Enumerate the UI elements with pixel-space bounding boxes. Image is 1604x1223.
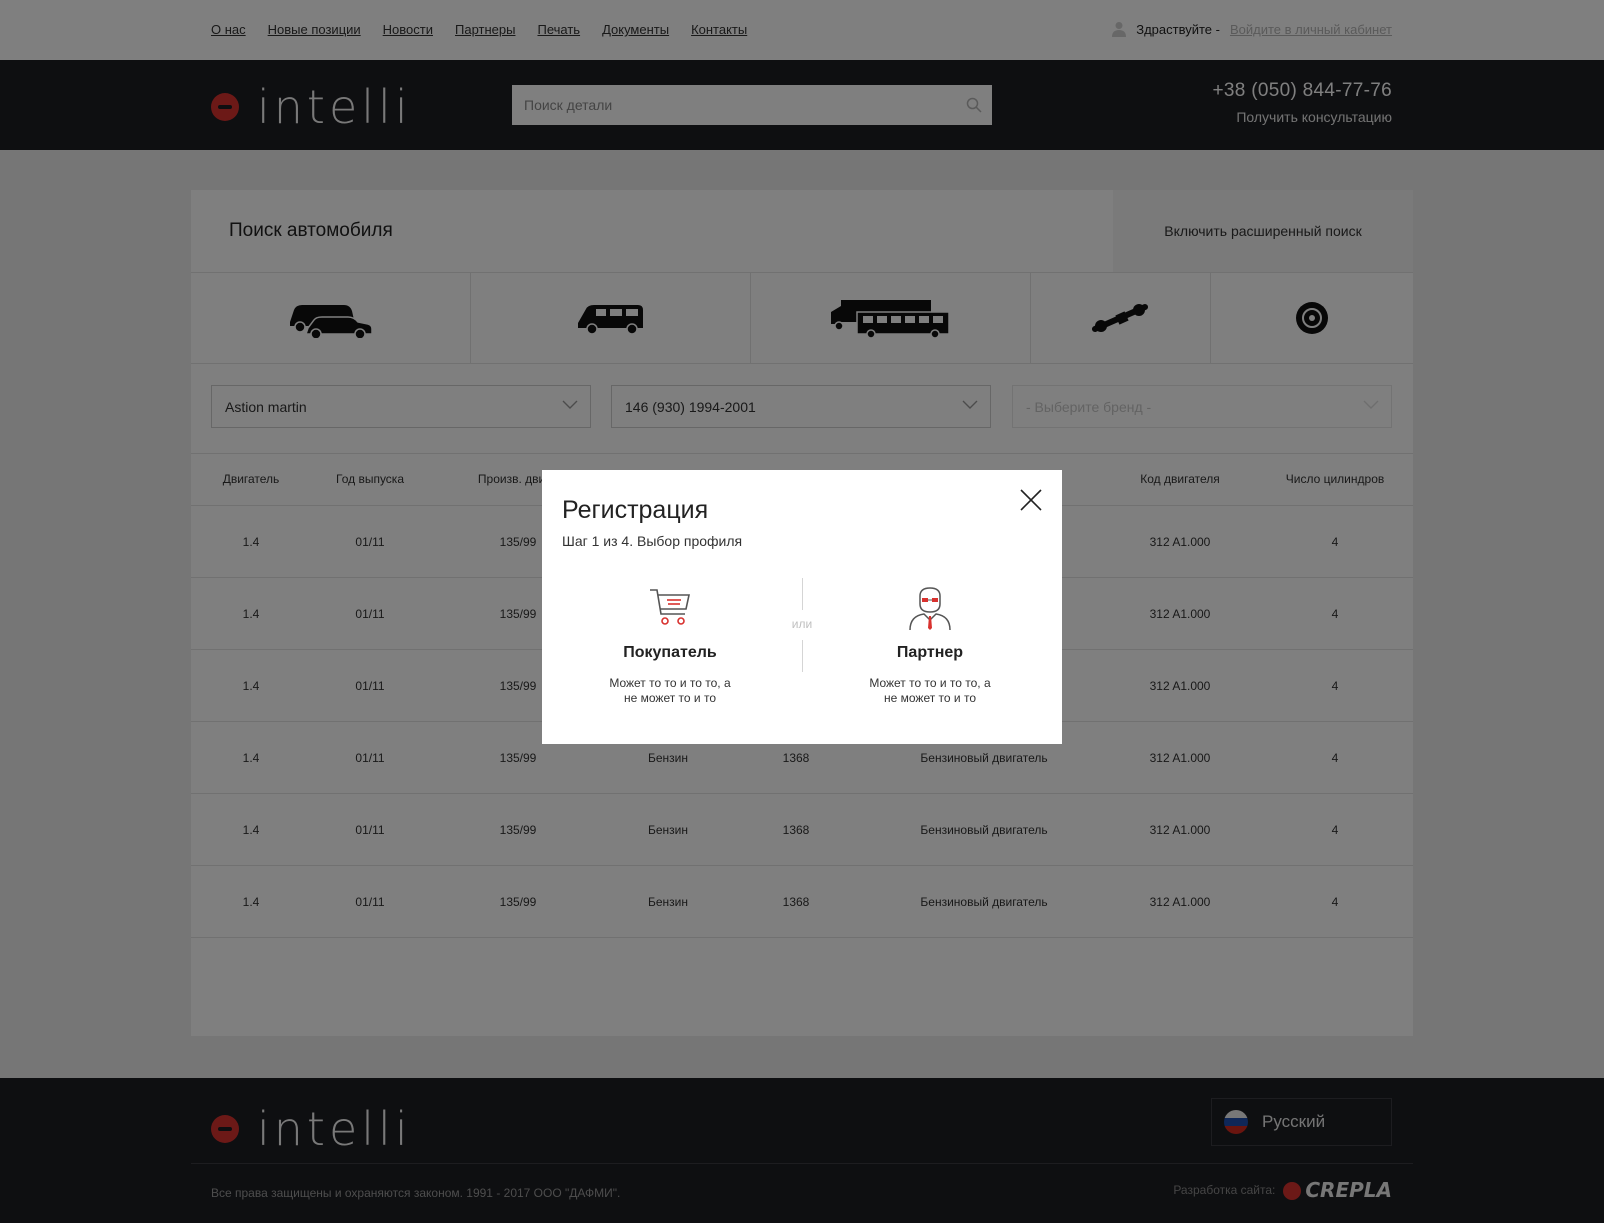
shopping-cart-icon (650, 589, 690, 625)
registration-modal: Регистрация Шаг 1 из 4. Выбор профиля По… (542, 470, 1062, 744)
close-icon[interactable] (1019, 488, 1043, 512)
profile-option-partner[interactable]: Партнер Может то то и то то, а не может т… (810, 586, 1050, 706)
divider-line-bottom (802, 640, 803, 672)
partner-option-description: Может то то и то то, а не может то и то (869, 676, 991, 705)
modal-step: Шаг 1 из 4. Выбор профиля (562, 533, 743, 549)
buyer-option-name: Покупатель (623, 644, 717, 661)
profile-option-buyer[interactable]: Покупатель Может то то и то то, а не може… (550, 586, 790, 706)
buyer-option-description: Может то то и то то, а не может то и то (609, 676, 731, 705)
businessman-icon (909, 587, 951, 630)
modal-title: Регистрация (562, 496, 709, 524)
divider-line-top (802, 578, 803, 610)
partner-option-name: Партнер (896, 644, 964, 661)
